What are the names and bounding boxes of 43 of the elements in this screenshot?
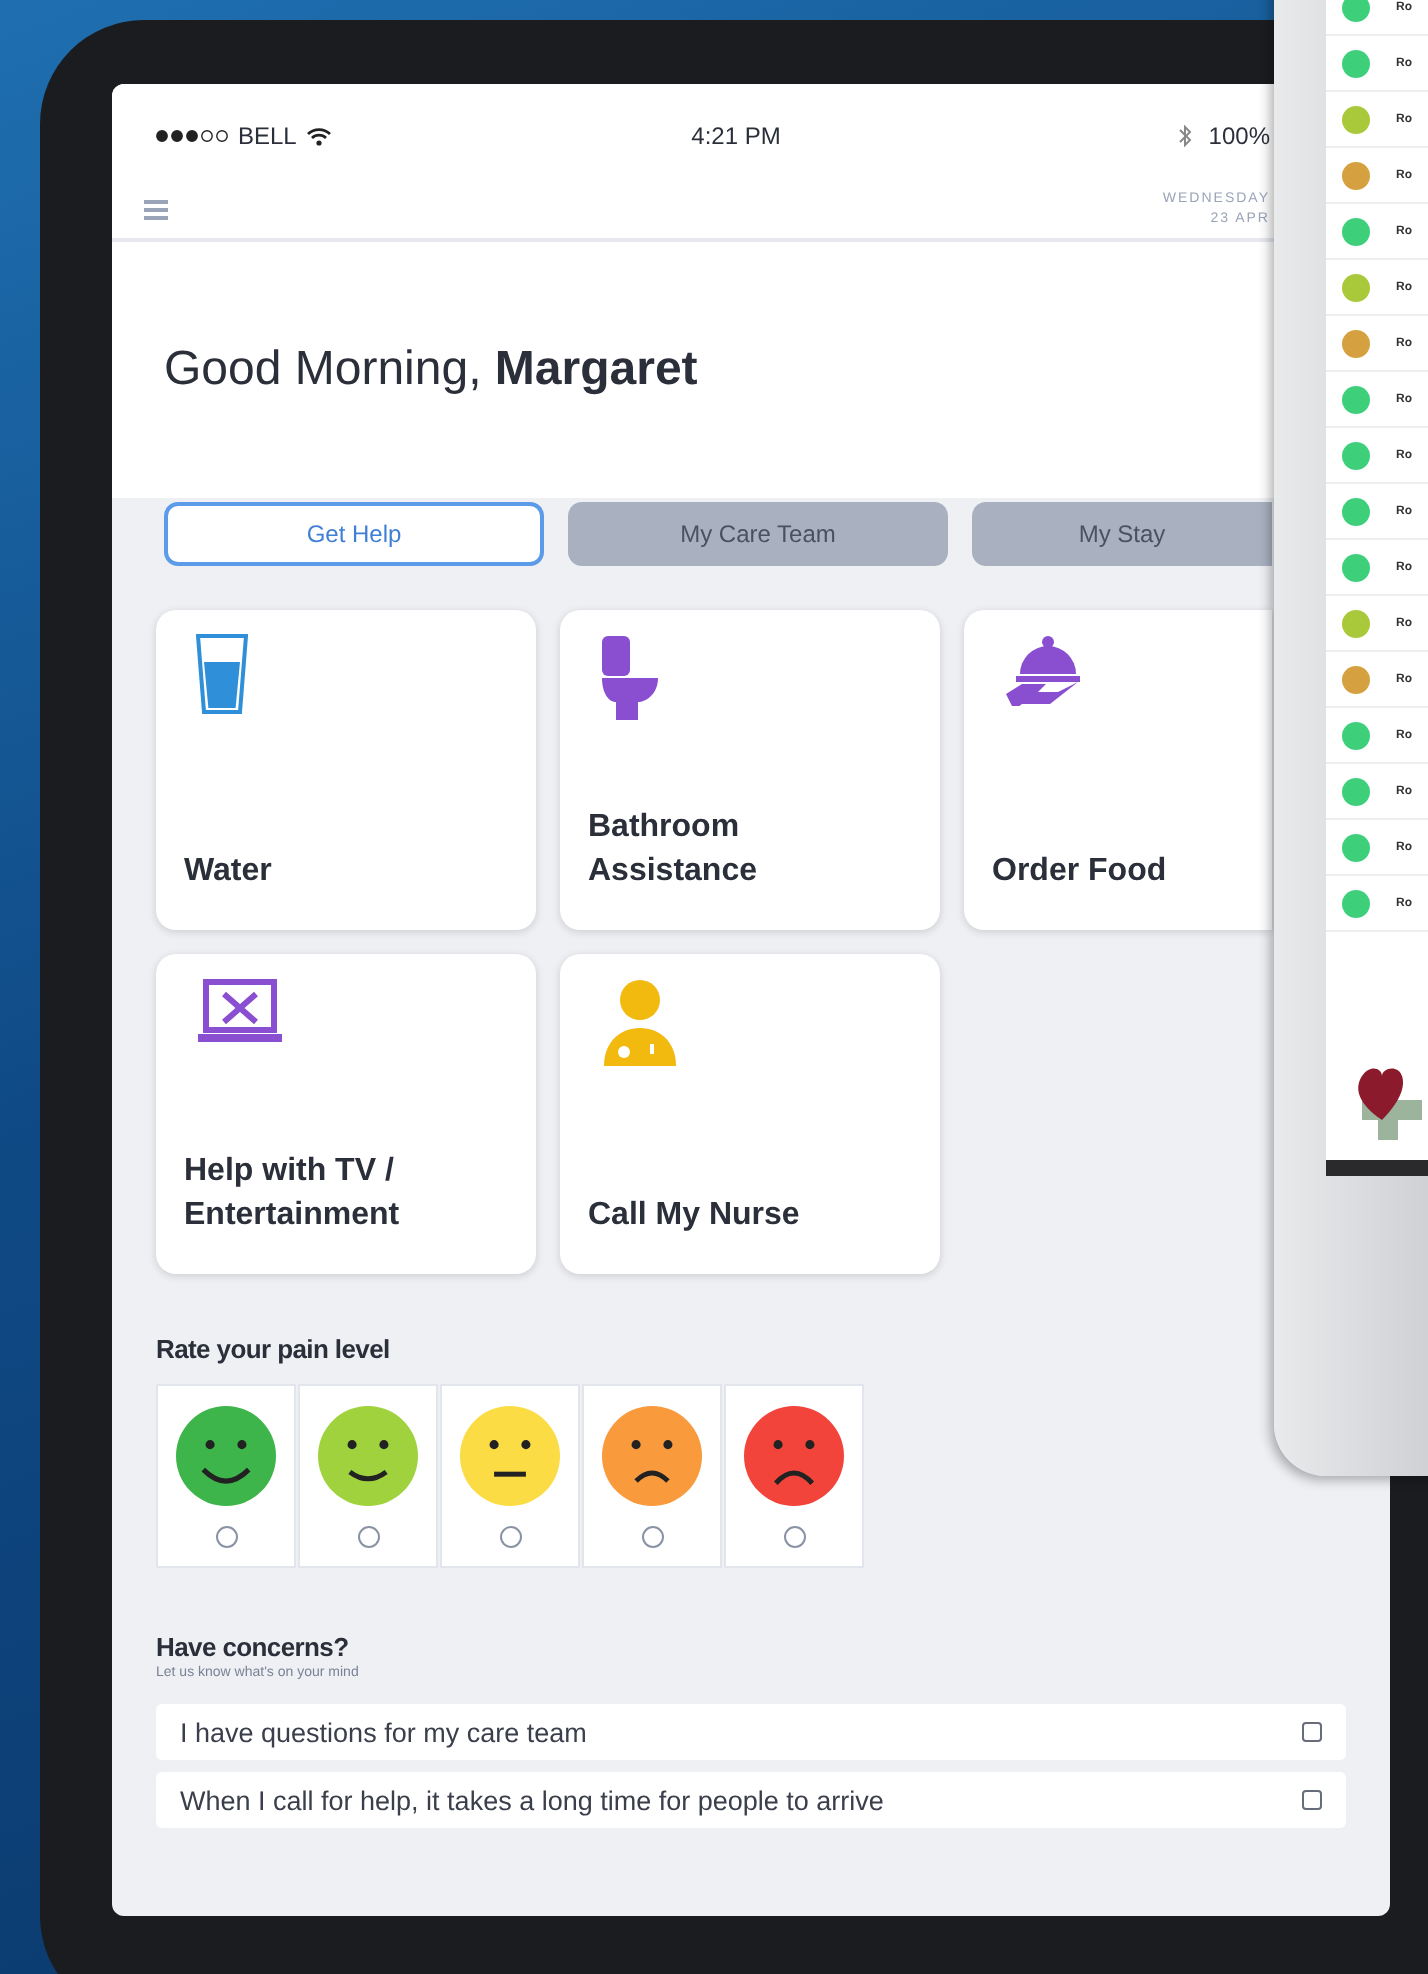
concern-label: I have questions for my care team	[180, 1717, 587, 1747]
tile-label: Help with TV / Entertainment	[184, 1152, 402, 1236]
checkbox[interactable]	[1302, 1722, 1322, 1742]
pain-option[interactable]	[724, 1384, 864, 1568]
menu-icon[interactable]	[144, 199, 168, 219]
laptop-tools-icon	[196, 978, 284, 1046]
radio-button[interactable]	[215, 1526, 237, 1548]
radio-button[interactable]	[357, 1526, 379, 1548]
tile-label: Order Food	[992, 852, 1169, 892]
battery-percent: 100%	[1208, 122, 1270, 150]
tab[interactable]: My Care Team	[568, 502, 948, 566]
pain-option[interactable]	[156, 1384, 296, 1568]
bluetooth-icon	[1178, 124, 1193, 148]
tile-card[interactable]: Order Food	[964, 610, 1272, 930]
tile-label: Bathroom Assistance	[588, 808, 759, 892]
section-title: Have concerns?	[154, 1630, 351, 1662]
pain-option[interactable]	[582, 1384, 722, 1568]
tab[interactable]: Get Help	[164, 502, 544, 566]
tile-card[interactable]: Call My Nurse	[560, 954, 940, 1274]
food-cloche-icon	[1004, 634, 1084, 706]
radio-button[interactable]	[641, 1526, 663, 1548]
concern-label: When I call for help, it takes a long time for people to arrive	[180, 1785, 884, 1815]
signal-dots-icon	[156, 130, 228, 142]
water-glass-icon	[196, 634, 248, 714]
pain-option[interactable]	[298, 1384, 438, 1568]
tile-card[interactable]: Help with TV / Entertainment	[156, 954, 536, 1274]
tile-label: Water	[184, 852, 274, 892]
greeting: Good Morning, Margaret	[164, 342, 698, 398]
wifi-icon	[306, 126, 333, 146]
section-title: Rate your pain level	[154, 1332, 392, 1364]
tile-card[interactable]: Water	[156, 610, 536, 930]
radio-button[interactable]	[783, 1526, 805, 1548]
checkbox[interactable]	[1302, 1790, 1322, 1810]
toilet-icon	[600, 634, 660, 722]
concern-option[interactable]: I have questions for my care team	[156, 1704, 1346, 1760]
radio-button[interactable]	[499, 1526, 521, 1548]
tile-card[interactable]: Bathroom Assistance	[560, 610, 940, 930]
tile-label: Call My Nurse	[588, 1196, 802, 1236]
tab[interactable]: My Stay	[972, 502, 1272, 566]
nurse-icon	[600, 978, 680, 1066]
status-time: 4:21 PM	[689, 122, 783, 150]
concern-option[interactable]: When I call for help, it takes a long time for people to arrive	[156, 1772, 1346, 1828]
carrier-label: BELL	[238, 122, 297, 150]
